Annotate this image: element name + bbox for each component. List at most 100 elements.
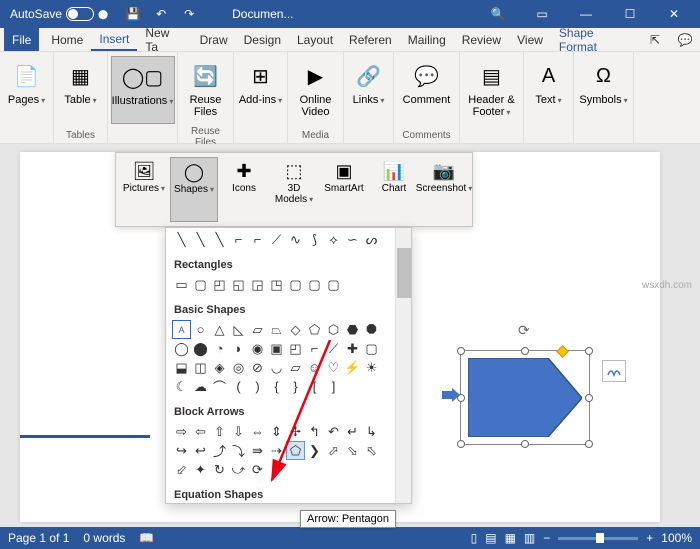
ribbon-options-icon[interactable]: ▭	[520, 1, 564, 27]
autosave-toggle[interactable]: AutoSave ⬤	[4, 7, 114, 21]
shape-textbox[interactable]: A	[172, 320, 191, 339]
shape-pentagon[interactable]: ⬠	[305, 320, 324, 339]
shape-circular-arrow[interactable]: ↻	[210, 460, 229, 479]
shape-decagon[interactable]: ◯	[172, 339, 191, 358]
shape-arc[interactable]: ⌒	[210, 377, 229, 396]
shape-frame[interactable]: ▣	[267, 339, 286, 358]
shape-lightning[interactable]: ⚡	[343, 358, 362, 377]
tab-newtab[interactable]: New Ta	[137, 28, 191, 51]
shape-round-rect[interactable]: ▢	[286, 275, 305, 294]
shape-freeform[interactable]: ∽	[343, 230, 362, 249]
comment-button[interactable]: 💬Comment	[397, 56, 457, 124]
text-button[interactable]: AText	[524, 56, 574, 124]
maximize-icon[interactable]: ☐	[608, 1, 652, 27]
symbols-button[interactable]: ΩSymbols	[579, 56, 629, 124]
zoom-slider[interactable]	[558, 537, 638, 540]
shape-line[interactable]: ╲	[210, 230, 229, 249]
shape-snip-rect[interactable]: ◲	[248, 275, 267, 294]
word-count[interactable]: 0 words	[83, 531, 125, 545]
shape-bracket[interactable]: )	[248, 377, 267, 396]
shapes-button[interactable]: ◯Shapes	[170, 157, 218, 222]
shape-pie[interactable]: ◔	[210, 339, 229, 358]
selected-shape[interactable]: ⟳	[460, 350, 590, 445]
resize-handle[interactable]	[521, 347, 529, 355]
shape-l[interactable]: ⌐	[305, 339, 324, 358]
shape-rectangle[interactable]: ▭	[172, 275, 191, 294]
shape-round-rect[interactable]: ▢	[324, 275, 343, 294]
shape-curved-left[interactable]: ↩	[191, 441, 210, 460]
resize-handle[interactable]	[457, 347, 465, 355]
tab-design[interactable]: Design	[236, 28, 289, 51]
shape-no[interactable]: ⊘	[248, 358, 267, 377]
read-mode-icon[interactable]: ▦	[505, 531, 516, 545]
3d-models-button[interactable]: ⬚3D Models	[270, 157, 318, 222]
pictures-button[interactable]: 🖼Pictures	[120, 157, 168, 222]
shape-diag-stripe[interactable]: ⟋	[324, 339, 343, 358]
shape-quad-callout[interactable]: ✦	[191, 460, 210, 479]
shape-connector[interactable]: ⌐	[248, 230, 267, 249]
pentagon-shape[interactable]	[468, 358, 582, 437]
shape-rt-triangle[interactable]: ◺	[229, 320, 248, 339]
shape-down-callout[interactable]: ⬂	[343, 441, 362, 460]
chart-button[interactable]: 📊Chart	[370, 157, 418, 222]
shape-arrow-down[interactable]: ⇩	[229, 422, 248, 441]
links-button[interactable]: 🔗Links	[344, 56, 394, 124]
shape-heart[interactable]: ♡	[324, 358, 343, 377]
icons-button[interactable]: ✚Icons	[220, 157, 268, 222]
resize-handle[interactable]	[585, 347, 593, 355]
resize-handle[interactable]	[521, 440, 529, 448]
comments-icon[interactable]: 💬	[670, 28, 700, 51]
shape-donut[interactable]: ◎	[229, 358, 248, 377]
close-icon[interactable]: ✕	[652, 1, 696, 27]
shape-s-arrow[interactable]: ⟳	[248, 460, 267, 479]
shape-bracket[interactable]: ]	[324, 377, 343, 396]
spell-check-icon[interactable]: 📖	[139, 531, 154, 545]
shape-chord[interactable]: ◗	[229, 339, 248, 358]
shape-half-frame[interactable]: ◰	[286, 339, 305, 358]
shape-trapezoid[interactable]: ⏢	[267, 320, 286, 339]
shape-notched-right[interactable]: ⇢	[267, 441, 286, 460]
print-layout-icon[interactable]: ▤	[485, 531, 496, 545]
shape-bevel[interactable]: ◈	[210, 358, 229, 377]
smartart-button[interactable]: ▣SmartArt	[320, 157, 368, 222]
shape-striped-right[interactable]: ⇛	[248, 441, 267, 460]
shape-quad-arrow[interactable]: ✢	[286, 422, 305, 441]
shape-plaque[interactable]: ▢	[362, 339, 381, 358]
scrollbar-thumb[interactable]	[397, 248, 411, 298]
tab-shape-format[interactable]: Shape Format	[551, 28, 640, 51]
tab-review[interactable]: Review	[454, 28, 509, 51]
illustrations-button[interactable]: ◯▢Illustrations	[111, 56, 175, 124]
search-icon[interactable]: 🔍	[476, 1, 520, 27]
page-indicator[interactable]: Page 1 of 1	[8, 531, 69, 545]
shape-fold[interactable]: ▱	[286, 358, 305, 377]
shape-bent-arrow[interactable]: ↰	[305, 422, 324, 441]
shape-curve[interactable]: ⟆	[305, 230, 324, 249]
tab-draw[interactable]: Draw	[192, 28, 236, 51]
addins-button[interactable]: ⊞Add-ins	[236, 56, 286, 124]
shape-round-rect[interactable]: ◳	[267, 275, 286, 294]
shape-freeform[interactable]: ⟡	[324, 230, 343, 249]
save-icon[interactable]: 💾	[120, 1, 146, 27]
undo-icon[interactable]: ↶	[148, 1, 174, 27]
shape-brace[interactable]: {	[267, 377, 286, 396]
shape-curve[interactable]: ∿	[286, 230, 305, 249]
shape-dodecagon[interactable]: ⬤	[191, 339, 210, 358]
shape-block-arc[interactable]: ◡	[267, 358, 286, 377]
shape-cloud[interactable]: ☁	[191, 377, 210, 396]
focus-mode-icon[interactable]: ▯	[471, 531, 478, 545]
shape-snip-rect[interactable]: ◰	[210, 275, 229, 294]
tab-mailings[interactable]: Mailing	[400, 28, 454, 51]
shape-uturn-arrow[interactable]: ↶	[324, 422, 343, 441]
shape-left-up-arrow[interactable]: ↵	[343, 422, 362, 441]
zoom-level[interactable]: 100%	[661, 531, 692, 545]
resize-handle[interactable]	[585, 394, 593, 402]
shape-arrow-leftright[interactable]: ⇔	[248, 422, 267, 441]
shape-sun[interactable]: ☀	[362, 358, 381, 377]
shape-curved-down[interactable]: ⤵	[229, 441, 248, 460]
shape-can[interactable]: ⬓	[172, 358, 191, 377]
header-footer-button[interactable]: ▤Header & Footer	[463, 56, 521, 124]
shape-left-callout[interactable]: ⬁	[362, 441, 381, 460]
zoom-in-icon[interactable]: +	[646, 531, 653, 545]
shape-arrow-updown[interactable]: ⇕	[267, 422, 286, 441]
shape-scribble[interactable]: ᔕ	[362, 230, 381, 249]
